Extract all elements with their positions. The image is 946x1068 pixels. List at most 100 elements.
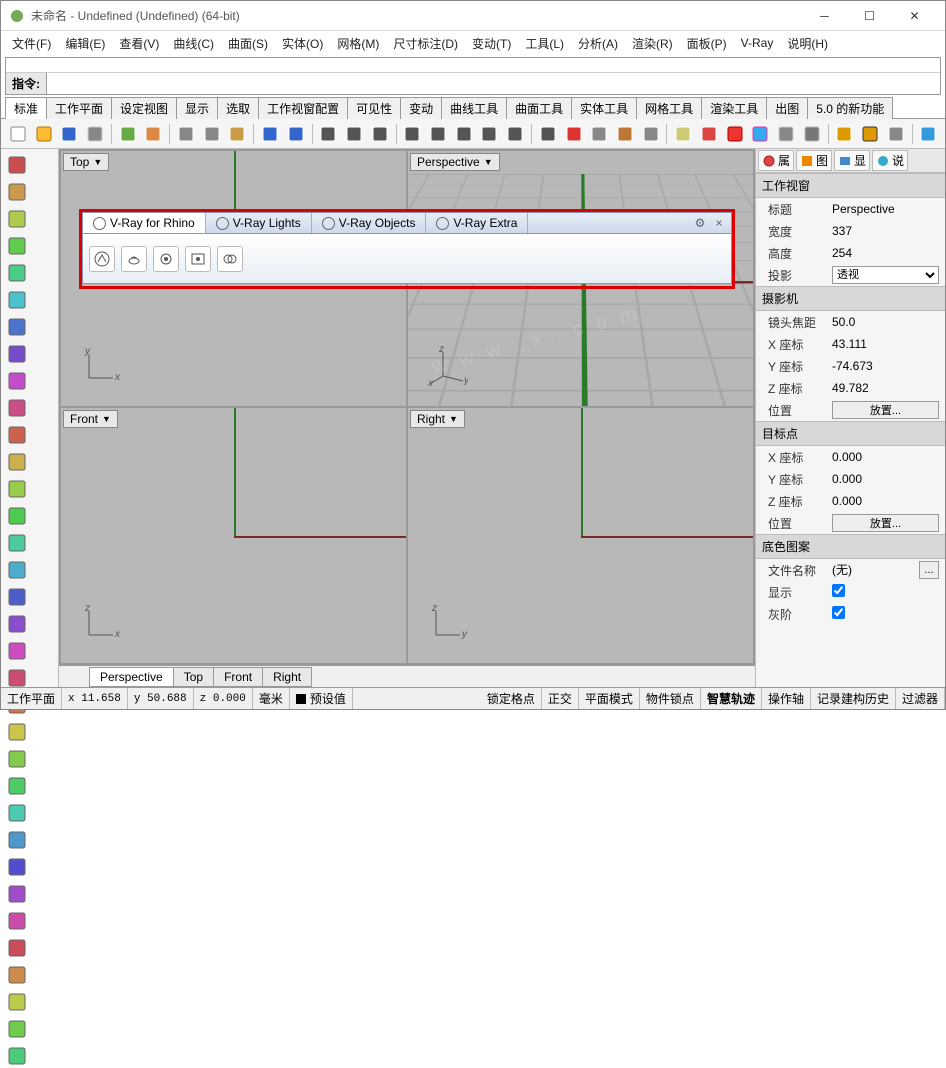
field-cam-y[interactable] bbox=[832, 359, 939, 373]
cut-icon[interactable] bbox=[174, 122, 198, 146]
menu-item[interactable]: 说明(H) bbox=[780, 33, 835, 54]
chk-gray[interactable] bbox=[832, 606, 845, 619]
copy-icon[interactable] bbox=[200, 122, 224, 146]
view-tab[interactable]: Right bbox=[262, 667, 312, 687]
ellipse-tool-icon[interactable] bbox=[4, 395, 29, 420]
toolbar-tab[interactable]: 出图 bbox=[766, 97, 808, 119]
viewport-label-front[interactable]: Front▼ bbox=[63, 410, 118, 428]
viewport-front[interactable]: Front▼ zx bbox=[61, 408, 406, 663]
view-tab[interactable]: Top bbox=[173, 667, 214, 687]
array-tool-icon[interactable] bbox=[4, 881, 29, 906]
maximize-button[interactable]: ☐ bbox=[847, 2, 892, 30]
vray-rainbow-icon[interactable] bbox=[748, 122, 772, 146]
cone-tool-icon[interactable] bbox=[4, 557, 29, 582]
undo-icon[interactable] bbox=[258, 122, 282, 146]
viewport-right[interactable]: Right▼ zy bbox=[408, 408, 753, 663]
toolbar-tab[interactable]: 实体工具 bbox=[571, 97, 637, 119]
status-toggle[interactable]: 物件锁点 bbox=[640, 688, 701, 709]
view-tab[interactable]: Perspective bbox=[89, 667, 174, 687]
toolbar-tab[interactable]: 设定视图 bbox=[111, 97, 177, 119]
viewport-label-top[interactable]: Top▼ bbox=[63, 153, 109, 171]
print-icon[interactable] bbox=[83, 122, 107, 146]
paste-icon[interactable] bbox=[225, 122, 249, 146]
status-toggle[interactable]: 智慧轨迹 bbox=[701, 688, 762, 709]
toolbar-tab[interactable]: 曲线工具 bbox=[441, 97, 507, 119]
menu-item[interactable]: 面板(P) bbox=[680, 33, 734, 54]
hide-icon[interactable] bbox=[833, 122, 857, 146]
move-icon[interactable] bbox=[317, 122, 341, 146]
light-icon[interactable] bbox=[671, 122, 695, 146]
rebuild-tool-icon[interactable] bbox=[4, 773, 29, 798]
close-button[interactable]: ✕ bbox=[892, 2, 937, 30]
lasso-tool-icon[interactable] bbox=[4, 179, 29, 204]
toolbar-tab[interactable]: 显示 bbox=[176, 97, 218, 119]
open-icon[interactable] bbox=[32, 122, 56, 146]
menu-item[interactable]: 网格(M) bbox=[330, 33, 386, 54]
status-toggle[interactable]: 锁定格点 bbox=[481, 688, 542, 709]
vray-batch-button[interactable] bbox=[217, 246, 243, 272]
menu-item[interactable]: 渲染(R) bbox=[625, 33, 680, 54]
zoom-sel-icon[interactable] bbox=[478, 122, 502, 146]
new-icon[interactable] bbox=[6, 122, 30, 146]
render-icon[interactable] bbox=[697, 122, 721, 146]
status-toggle[interactable]: 过滤器 bbox=[896, 688, 945, 709]
vray-tab[interactable]: V-Ray Objects bbox=[312, 213, 427, 233]
polyline-tool-icon[interactable] bbox=[4, 206, 29, 231]
vray-frame-button[interactable] bbox=[185, 246, 211, 272]
field-tgt-y[interactable] bbox=[832, 472, 939, 486]
rotate-icon[interactable] bbox=[342, 122, 366, 146]
car-icon[interactable] bbox=[562, 122, 586, 146]
vray-tab[interactable]: V-Ray for Rhino bbox=[83, 213, 206, 233]
loft-tool-icon[interactable] bbox=[4, 449, 29, 474]
field-cam-x[interactable] bbox=[832, 337, 939, 351]
redo-icon[interactable] bbox=[284, 122, 308, 146]
zoom-out-icon[interactable] bbox=[426, 122, 450, 146]
toolbar-tab[interactable]: 标准 bbox=[5, 97, 47, 119]
edit-pt-tool-icon[interactable] bbox=[4, 746, 29, 771]
gear-tool-icon[interactable] bbox=[4, 584, 29, 609]
import-icon[interactable] bbox=[116, 122, 140, 146]
options-icon[interactable] bbox=[587, 122, 611, 146]
arc-tool-icon[interactable] bbox=[4, 314, 29, 339]
status-layer[interactable]: 预设值 bbox=[310, 690, 346, 707]
gear-icon[interactable]: ⚙ bbox=[693, 216, 707, 230]
menu-item[interactable]: 实体(O) bbox=[275, 33, 330, 54]
field-width[interactable] bbox=[832, 224, 939, 238]
camera-tool-icon[interactable] bbox=[4, 1043, 29, 1068]
vray-red-icon[interactable] bbox=[723, 122, 747, 146]
field-cam-z[interactable] bbox=[832, 381, 939, 395]
menu-item[interactable]: 编辑(E) bbox=[58, 33, 112, 54]
toolbar-tab[interactable]: 变动 bbox=[400, 97, 442, 119]
status-toggle[interactable]: 操作轴 bbox=[762, 688, 811, 709]
menu-item[interactable]: 分析(A) bbox=[571, 33, 625, 54]
tab-layers[interactable]: 图 bbox=[796, 150, 832, 171]
lock-icon[interactable] bbox=[884, 122, 908, 146]
minimize-button[interactable]: ─ bbox=[802, 2, 847, 30]
field-tgt-x[interactable] bbox=[832, 450, 939, 464]
prop-icon[interactable] bbox=[639, 122, 663, 146]
field-tgt-z[interactable] bbox=[832, 494, 939, 508]
menu-item[interactable]: 尺寸标注(D) bbox=[386, 33, 465, 54]
field-height[interactable] bbox=[832, 246, 939, 260]
menu-item[interactable]: 工具(L) bbox=[518, 33, 571, 54]
menu-item[interactable]: 曲面(S) bbox=[221, 33, 275, 54]
polygon-tool-icon[interactable] bbox=[4, 368, 29, 393]
sphere-icon[interactable] bbox=[774, 122, 798, 146]
show-icon[interactable] bbox=[858, 122, 882, 146]
extrude-tool-icon[interactable] bbox=[4, 638, 29, 663]
tab-display[interactable]: 显 bbox=[834, 150, 870, 171]
pointer-tool-icon[interactable] bbox=[4, 152, 29, 177]
toolbar-tab[interactable]: 5.0 的新功能 bbox=[807, 97, 893, 119]
export-icon[interactable] bbox=[141, 122, 165, 146]
mesh-tool-icon[interactable] bbox=[4, 800, 29, 825]
btn-browse-file[interactable]: ... bbox=[919, 561, 939, 579]
pan-icon[interactable] bbox=[503, 122, 527, 146]
status-toggle[interactable]: 正交 bbox=[542, 688, 579, 709]
box-tool-icon[interactable] bbox=[4, 476, 29, 501]
hatch-tool-icon[interactable] bbox=[4, 908, 29, 933]
chk-show[interactable] bbox=[832, 584, 845, 597]
layer-icon[interactable] bbox=[613, 122, 637, 146]
toolbar-tab[interactable]: 可见性 bbox=[347, 97, 401, 119]
vray-tab[interactable]: V-Ray Extra bbox=[426, 213, 528, 233]
close-icon[interactable]: × bbox=[711, 215, 727, 231]
